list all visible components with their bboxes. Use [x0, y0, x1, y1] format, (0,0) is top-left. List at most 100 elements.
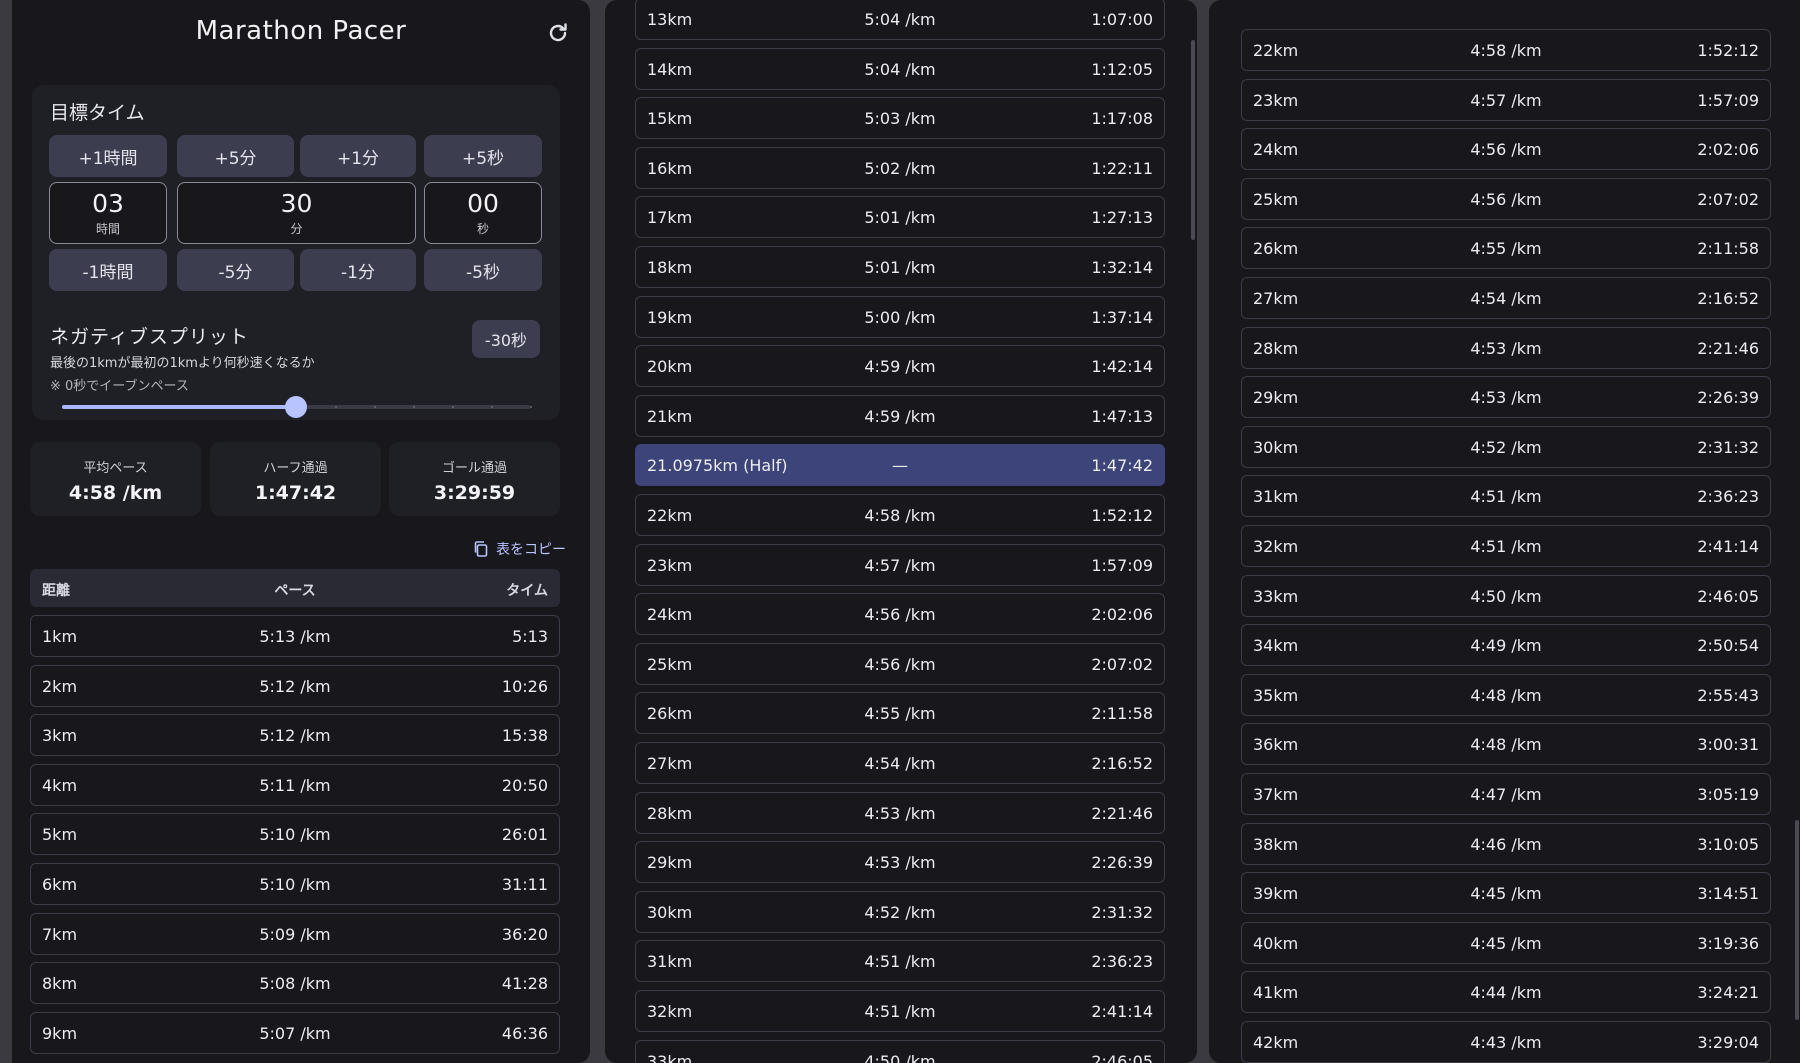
row-time: 2:46:05 [1091, 1051, 1153, 1063]
seconds-unit: 秒 [476, 222, 489, 236]
table-row[interactable]: 13km 5:04 /km 1:07:00 [635, 0, 1165, 40]
refresh-button[interactable] [544, 19, 572, 47]
table-row[interactable]: 40km 4:45 /km 3:19:36 [1241, 921, 1771, 964]
row-pace: 4:45 /km [1470, 933, 1542, 953]
sub-1min-button[interactable]: -1分 [300, 249, 416, 291]
row-time: 36:20 [501, 924, 548, 944]
slider-thumb[interactable] [285, 396, 307, 418]
add-5min-button[interactable]: +5分 [177, 135, 294, 177]
negative-split-slider[interactable] [62, 395, 532, 419]
table-row[interactable]: 42km 4:43 /km 3:29:04 [1241, 1021, 1771, 1063]
row-pace: 5:03 /km [864, 109, 936, 129]
table-row[interactable]: 25km 4:56 /km 2:07:02 [1241, 177, 1771, 220]
seconds-field[interactable]: 00 秒 [424, 182, 542, 244]
row-pace: 4:50 /km [1470, 586, 1542, 606]
table-row[interactable]: 36km 4:48 /km 3:00:31 [1241, 723, 1771, 766]
row-time: 2:02:06 [1697, 140, 1759, 160]
row-time: 46:36 [501, 1023, 548, 1043]
table-row[interactable]: 41km 4:44 /km 3:24:21 [1241, 971, 1771, 1014]
table-row[interactable]: 1km 5:13 /km 5:13 [30, 615, 560, 657]
table-row[interactable]: 2km 5:12 /km 10:26 [30, 664, 560, 707]
table-row[interactable]: 3km 5:12 /km 15:38 [30, 714, 560, 757]
table-row[interactable]: 26km 4:55 /km 2:11:58 [635, 692, 1165, 735]
table-row[interactable]: 5km 5:10 /km 26:01 [30, 813, 560, 856]
scrollbar-bottom[interactable] [1795, 820, 1799, 1020]
avg-pace-label: 平均ペース [83, 461, 148, 476]
table-row[interactable]: 14km 5:04 /km 1:12:05 [635, 47, 1165, 90]
row-pace: 4:57 /km [864, 555, 936, 575]
table-row[interactable]: 26km 4:55 /km 2:11:58 [1241, 227, 1771, 270]
table-row[interactable]: 21km 4:59 /km 1:47:13 [635, 394, 1165, 437]
table-row[interactable]: 19km 5:00 /km 1:37:14 [635, 295, 1165, 338]
table-row[interactable]: 25km 4:56 /km 2:07:02 [635, 642, 1165, 685]
table-row[interactable]: 33km 4:50 /km 2:46:05 [635, 1039, 1165, 1063]
sub-5min-button[interactable]: -5分 [177, 249, 294, 291]
table-row[interactable]: 31km 4:51 /km 2:36:23 [1241, 475, 1771, 518]
row-pace: 4:49 /km [1470, 636, 1542, 656]
row-time: 15:38 [501, 726, 548, 746]
table-row[interactable]: 17km 5:01 /km 1:27:13 [635, 196, 1165, 239]
minutes-field[interactable]: 30 分 [177, 182, 416, 244]
half-split-stat: ハーフ通過 1:47:42 [210, 442, 381, 516]
table-row[interactable]: 29km 4:53 /km 2:26:39 [1241, 376, 1771, 419]
refresh-icon [549, 23, 567, 42]
minutes-unit: 分 [290, 222, 303, 236]
table-row[interactable]: 22km 4:58 /km 1:52:12 [1241, 29, 1771, 71]
table-row[interactable]: 34km 4:49 /km 2:50:54 [1241, 624, 1771, 667]
table-row[interactable]: 27km 4:54 /km 2:16:52 [1241, 277, 1771, 319]
table-row[interactable]: 30km 4:52 /km 2:31:32 [1241, 425, 1771, 468]
table-row[interactable]: 39km 4:45 /km 3:14:51 [1241, 872, 1771, 915]
table-row[interactable]: 28km 4:53 /km 2:21:46 [1241, 326, 1771, 369]
table-row[interactable]: 32km 4:51 /km 2:41:14 [635, 990, 1165, 1032]
negative-split-value-button[interactable]: -30秒 [472, 320, 540, 358]
table-row[interactable]: 35km 4:48 /km 2:55:43 [1241, 673, 1771, 716]
table-row[interactable]: 29km 4:53 /km 2:26:39 [635, 841, 1165, 884]
table-row[interactable]: 27km 4:54 /km 2:16:52 [635, 742, 1165, 784]
row-pace: 4:55 /km [1470, 239, 1542, 259]
table-row[interactable]: 22km 4:58 /km 1:52:12 [635, 494, 1165, 536]
table-row[interactable]: 8km 5:08 /km 41:28 [30, 962, 560, 1005]
row-pace: 4:59 /km [864, 406, 936, 426]
half-marker-row[interactable]: 21.0975km (Half) —1:47:42 [635, 444, 1165, 487]
app-title: Marathon Pacer [195, 16, 407, 46]
header-pace: ペース [274, 583, 316, 599]
row-time: 3:00:31 [1697, 735, 1759, 755]
sub-hour-button[interactable]: -1時間 [49, 249, 167, 291]
add-hour-button[interactable]: +1時間 [49, 135, 167, 177]
table-row[interactable]: 18km 5:01 /km 1:32:14 [635, 246, 1165, 288]
table-row[interactable]: 23km 4:57 /km 1:57:09 [635, 543, 1165, 586]
row-time: 2:21:46 [1697, 338, 1759, 358]
row-pace: 5:08 /km [259, 974, 331, 994]
table-row[interactable]: 6km 5:10 /km 31:11 [30, 863, 560, 905]
row-time: 1:52:12 [1091, 506, 1153, 525]
table-row[interactable]: 30km 4:52 /km 2:31:32 [635, 890, 1165, 933]
table-row[interactable]: 28km 4:53 /km 2:21:46 [635, 791, 1165, 834]
table-row[interactable]: 24km 4:56 /km 2:02:06 [635, 593, 1165, 636]
table-row[interactable]: 23km 4:57 /km 1:57:09 [1241, 78, 1771, 121]
add-1min-button[interactable]: +1分 [300, 135, 416, 177]
copy-table-button[interactable]: 表をコピー [472, 539, 566, 559]
table-row[interactable]: 4km 5:11 /km 20:50 [30, 763, 560, 806]
table-row[interactable]: 20km 4:59 /km 1:42:14 [635, 345, 1165, 388]
add-5sec-button[interactable]: +5秒 [424, 135, 542, 177]
table-row[interactable]: 16km 5:02 /km 1:22:11 [635, 146, 1165, 189]
row-time: 2:46:05 [1697, 586, 1759, 606]
table-row[interactable]: 9km 5:07 /km 46:36 [30, 1011, 560, 1054]
table-row[interactable]: 32km 4:51 /km 2:41:14 [1241, 525, 1771, 567]
row-pace: 4:48 /km [1470, 735, 1542, 755]
scrollbar-middle[interactable] [1191, 40, 1195, 240]
row-time: 1:52:12 [1697, 41, 1759, 60]
row-pace: 4:58 /km [864, 506, 936, 525]
row-pace: 4:48 /km [1470, 685, 1542, 705]
hours-field[interactable]: 03 時間 [49, 182, 167, 244]
row-time: 2:50:54 [1697, 636, 1759, 656]
table-row[interactable]: 7km 5:09 /km 36:20 [30, 912, 560, 955]
table-row[interactable]: 15km 5:03 /km 1:17:08 [635, 97, 1165, 140]
table-row[interactable]: 31km 4:51 /km 2:36:23 [635, 940, 1165, 983]
row-time: 3:19:36 [1697, 933, 1759, 953]
table-row[interactable]: 24km 4:56 /km 2:02:06 [1241, 128, 1771, 171]
table-row[interactable]: 33km 4:50 /km 2:46:05 [1241, 574, 1771, 617]
table-row[interactable]: 37km 4:47 /km 3:05:19 [1241, 773, 1771, 815]
sub-5sec-button[interactable]: -5秒 [424, 249, 542, 291]
table-row[interactable]: 38km 4:46 /km 3:10:05 [1241, 822, 1771, 865]
